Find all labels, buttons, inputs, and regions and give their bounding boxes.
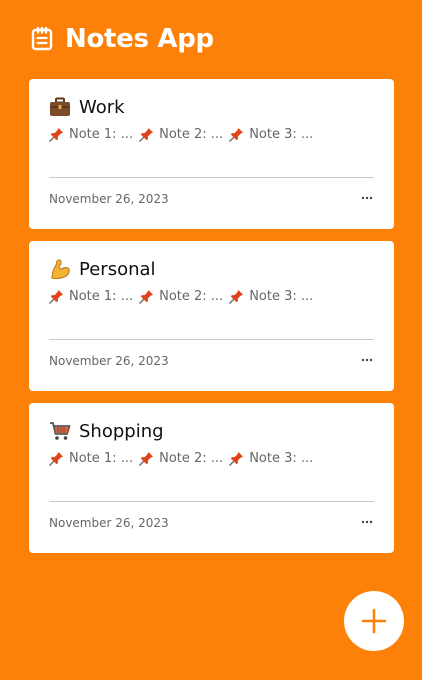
more-horizontal-icon [361, 520, 373, 524]
note-preview[interactable]: Note 1: ... [49, 289, 133, 304]
note-card-personal[interactable]: Personal Note 1: ... Note 2: ... Note 3:… [29, 241, 394, 391]
divider [49, 177, 374, 178]
pushpin-icon [139, 451, 154, 466]
card-title: Shopping [49, 419, 164, 443]
pushpin-icon [139, 289, 154, 304]
note-preview[interactable]: Note 2: ... [139, 451, 223, 466]
note-preview-text: Note 3: ... [249, 288, 314, 304]
pushpin-icon [229, 127, 244, 142]
note-preview-text: Note 1: ... [69, 450, 134, 466]
card-title: Work [49, 95, 125, 119]
divider [49, 339, 374, 340]
card-date: November 26, 2023 [49, 192, 169, 206]
note-preview-text: Note 1: ... [69, 126, 134, 142]
note-preview[interactable]: Note 2: ... [139, 289, 223, 304]
note-preview-text: Note 3: ... [249, 450, 314, 466]
pushpin-icon [49, 451, 64, 466]
note-preview[interactable]: Note 2: ... [139, 127, 223, 142]
card-date: November 26, 2023 [49, 354, 169, 368]
pushpin-icon [49, 127, 64, 142]
note-preview-text: Note 1: ... [69, 288, 134, 304]
more-horizontal-icon [361, 358, 373, 362]
note-preview-text: Note 2: ... [159, 450, 224, 466]
card-title-text: Work [79, 96, 125, 118]
more-options-button[interactable] [360, 515, 374, 529]
note-preview[interactable]: Note 3: ... [229, 451, 313, 466]
note-preview[interactable]: Note 3: ... [229, 289, 313, 304]
app-header: Notes App [30, 22, 214, 56]
notepad-icon [30, 27, 54, 51]
more-horizontal-icon [361, 196, 373, 200]
note-previews: Note 1: ... Note 2: ... Note 3: ... [49, 125, 319, 143]
note-card-work[interactable]: Work Note 1: ... Note 2: ... Note 3: ...… [29, 79, 394, 229]
note-preview[interactable]: Note 1: ... [49, 451, 133, 466]
note-preview[interactable]: Note 3: ... [229, 127, 313, 142]
pushpin-icon [229, 289, 244, 304]
page-title: Notes App [65, 24, 214, 54]
flexed-biceps-icon [49, 258, 71, 280]
shopping-cart-icon [49, 420, 71, 442]
card-title-text: Personal [79, 258, 156, 280]
note-card-shopping[interactable]: Shopping Note 1: ... Note 2: ... Note 3:… [29, 403, 394, 553]
note-preview-text: Note 2: ... [159, 126, 224, 142]
note-preview-text: Note 3: ... [249, 126, 314, 142]
briefcase-icon [49, 96, 71, 118]
pushpin-icon [229, 451, 244, 466]
pushpin-icon [49, 289, 64, 304]
plus-icon [361, 608, 387, 634]
note-previews: Note 1: ... Note 2: ... Note 3: ... [49, 287, 319, 305]
more-options-button[interactable] [360, 353, 374, 367]
card-title-text: Shopping [79, 420, 164, 442]
card-date: November 26, 2023 [49, 516, 169, 530]
note-preview[interactable]: Note 1: ... [49, 127, 133, 142]
pushpin-icon [139, 127, 154, 142]
note-previews: Note 1: ... Note 2: ... Note 3: ... [49, 449, 319, 467]
add-note-button[interactable] [344, 591, 404, 651]
card-title: Personal [49, 257, 156, 281]
divider [49, 501, 374, 502]
more-options-button[interactable] [360, 191, 374, 205]
note-preview-text: Note 2: ... [159, 288, 224, 304]
